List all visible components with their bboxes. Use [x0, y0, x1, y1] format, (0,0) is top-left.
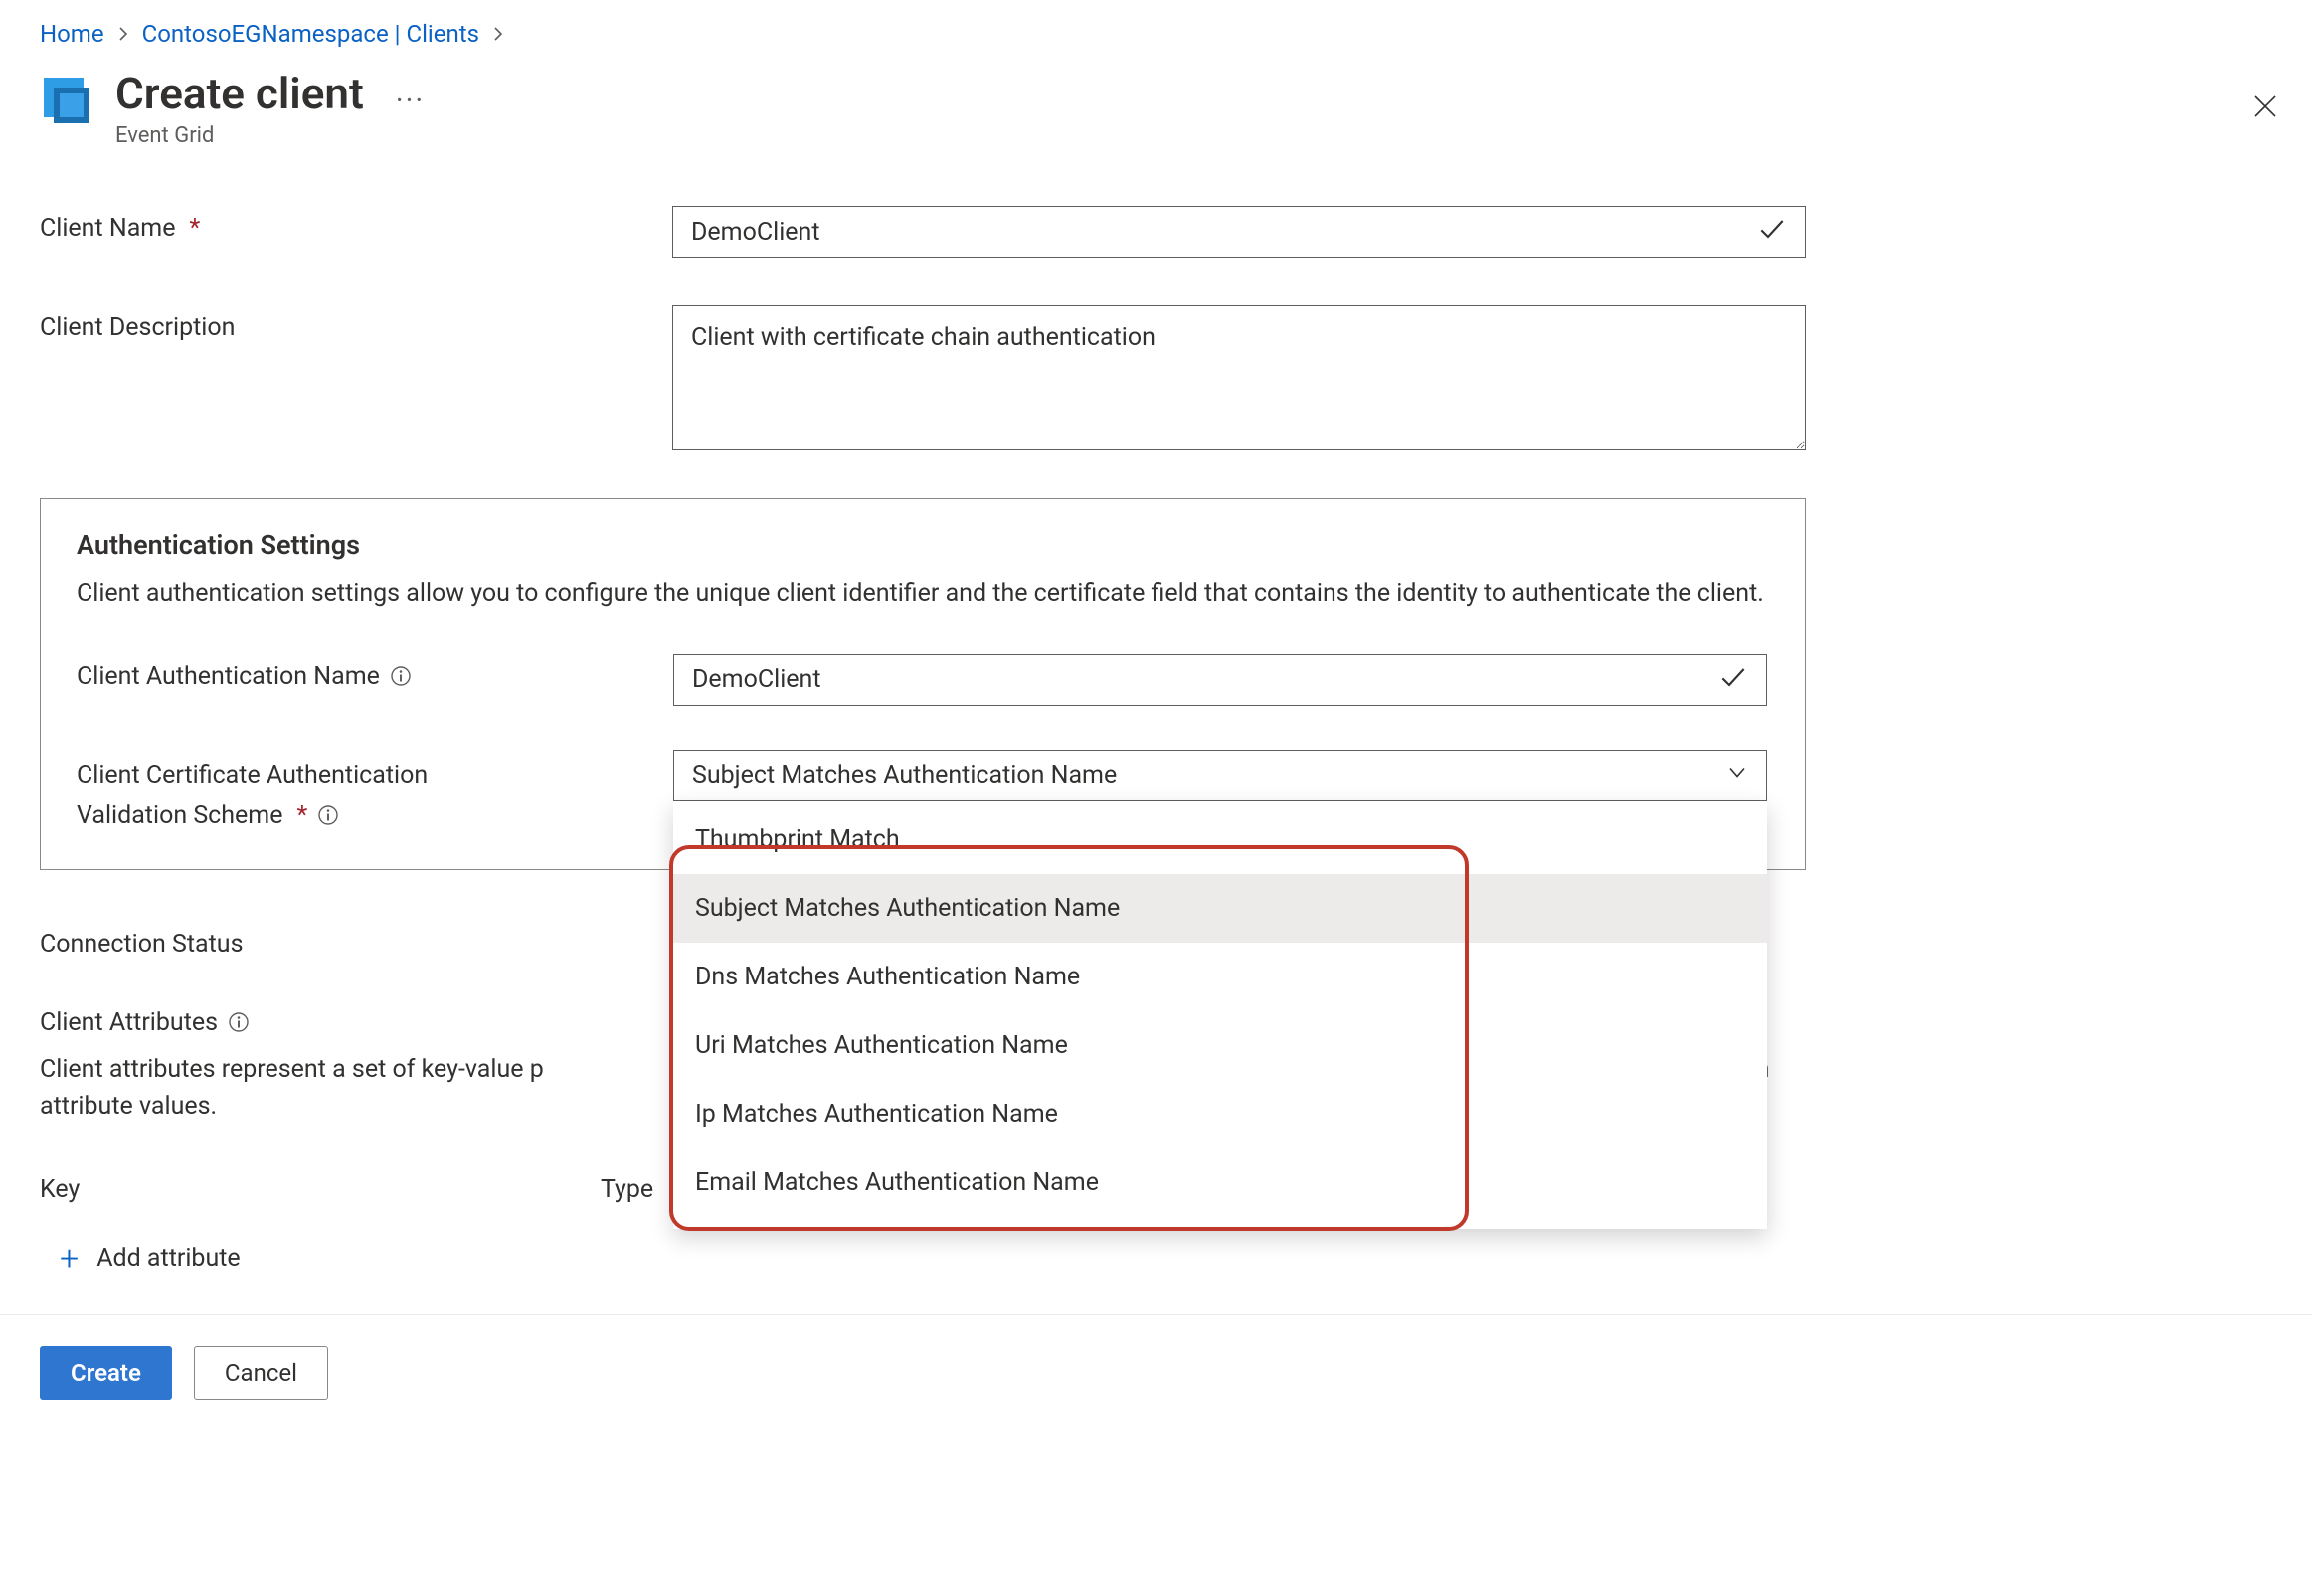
- resource-icon: [40, 74, 93, 133]
- breadcrumb-namespace-clients[interactable]: ContosoEGNamespace | Clients: [142, 20, 479, 48]
- page-title: Create client: [115, 70, 364, 117]
- validation-scheme-dropdown: Thumbprint Match Subject Matches Authent…: [673, 801, 1767, 1229]
- dropdown-option[interactable]: Ip Matches Authentication Name: [673, 1080, 1767, 1149]
- chevron-right-icon: [116, 22, 130, 47]
- client-name-label: Client Name*: [40, 206, 672, 243]
- validation-scheme-select[interactable]: Subject Matches Authentication Name: [673, 750, 1767, 801]
- dropdown-option[interactable]: Thumbprint Match: [673, 805, 1767, 874]
- page-subtitle: Event Grid: [115, 123, 364, 148]
- client-auth-name-input[interactable]: [673, 654, 1767, 706]
- chevron-down-icon: [1726, 761, 1748, 790]
- dropdown-option[interactable]: Dns Matches Authentication Name: [673, 943, 1767, 1011]
- chevron-right-icon: [491, 22, 505, 47]
- page-header: Create client Event Grid ···: [40, 70, 2272, 148]
- footer: Create Cancel: [0, 1314, 2312, 1432]
- key-column-header: Key: [40, 1175, 601, 1204]
- add-attribute-button[interactable]: + Add attribute: [60, 1242, 241, 1276]
- auth-settings-heading: Authentication Settings: [77, 529, 1769, 561]
- breadcrumb: Home ContosoEGNamespace | Clients: [40, 20, 2272, 48]
- client-name-input[interactable]: [672, 206, 1806, 258]
- breadcrumb-home[interactable]: Home: [40, 20, 104, 48]
- close-button[interactable]: [2250, 91, 2280, 127]
- client-description-label: Client Description: [40, 305, 672, 342]
- authentication-settings-panel: Authentication Settings Client authentic…: [40, 498, 1806, 870]
- validation-scheme-label: Client Certificate Authentication Valida…: [77, 750, 673, 833]
- dropdown-option[interactable]: Subject Matches Authentication Name: [673, 874, 1767, 943]
- client-description-input[interactable]: Client with certificate chain authentica…: [672, 305, 1806, 450]
- connection-status-label: Connection Status: [40, 930, 244, 959]
- create-button[interactable]: Create: [40, 1346, 172, 1400]
- client-auth-name-label: Client Authentication Name: [77, 654, 673, 691]
- client-attributes-label: Client Attributes: [40, 1008, 218, 1037]
- info-icon[interactable]: [317, 804, 339, 826]
- plus-icon: +: [60, 1242, 79, 1276]
- cancel-button[interactable]: Cancel: [194, 1346, 328, 1400]
- info-icon[interactable]: [390, 665, 412, 687]
- dropdown-option[interactable]: Uri Matches Authentication Name: [673, 1011, 1767, 1080]
- more-button[interactable]: ···: [396, 84, 426, 118]
- dropdown-option[interactable]: Email Matches Authentication Name: [673, 1149, 1767, 1217]
- auth-settings-description: Client authentication settings allow you…: [77, 575, 1767, 613]
- info-icon[interactable]: [228, 1011, 250, 1033]
